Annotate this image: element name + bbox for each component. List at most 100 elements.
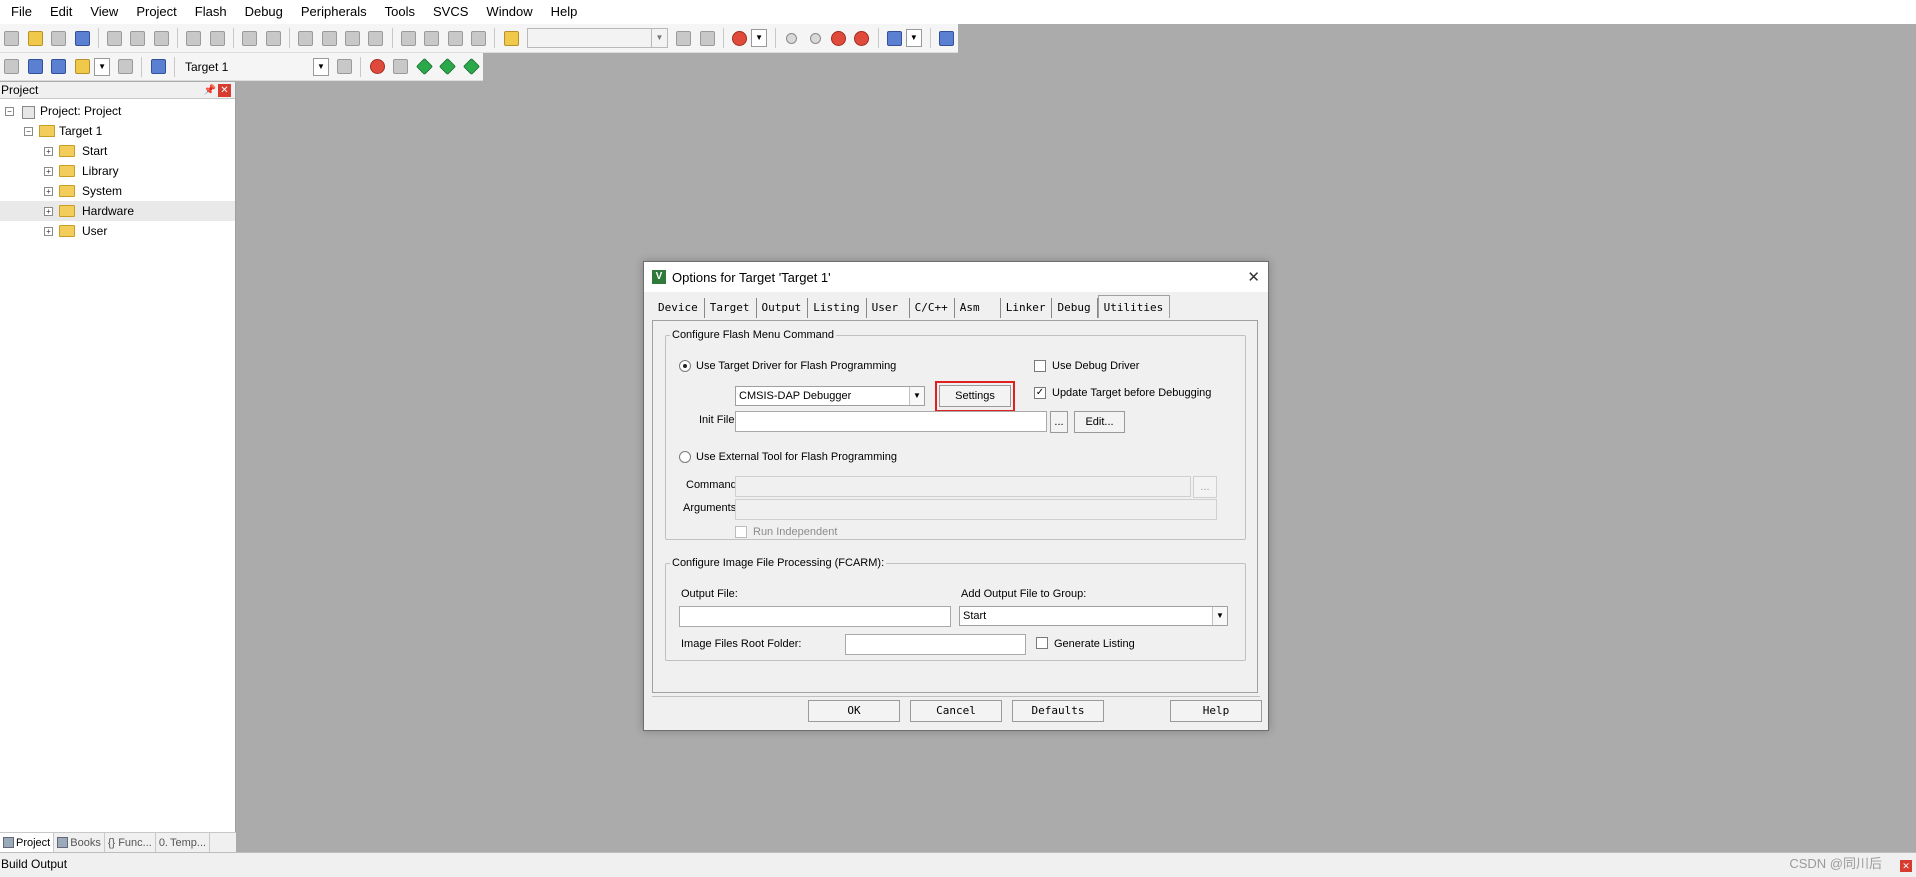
defaults-button[interactable]: Defaults [1012, 700, 1104, 722]
update-target-checkbox[interactable]: ✓ [1034, 387, 1046, 399]
tab-books[interactable]: Books [54, 833, 105, 852]
debug-session-button[interactable] [730, 28, 749, 48]
menu-window[interactable]: Window [477, 0, 541, 24]
software-packs-button[interactable] [462, 57, 482, 77]
cancel-button[interactable]: Cancel [910, 700, 1002, 722]
close-icon[interactable]: ✕ [1247, 268, 1260, 286]
paste-button[interactable] [152, 28, 171, 48]
add-output-group-select[interactable]: Start ▼ [959, 606, 1228, 626]
stop-build-button[interactable] [116, 57, 136, 77]
download-button[interactable] [148, 57, 168, 77]
use-external-tool-radio[interactable] [679, 451, 691, 463]
output-file-input[interactable] [679, 606, 951, 627]
uncomment-button[interactable] [469, 28, 488, 48]
tree-group-library[interactable]: + Library [0, 161, 235, 181]
select-packs-button[interactable] [414, 57, 434, 77]
manage-project-items-button[interactable] [367, 57, 387, 77]
flash-driver-select[interactable]: CMSIS-DAP Debugger ▼ [735, 386, 925, 406]
init-file-browse-button[interactable]: ... [1050, 411, 1068, 433]
help-button[interactable]: Help [1170, 700, 1262, 722]
copy-button[interactable] [128, 28, 147, 48]
save-button[interactable] [49, 28, 68, 48]
navigate-back-button[interactable] [240, 28, 259, 48]
expand-icon[interactable]: + [44, 206, 53, 216]
pin-icon[interactable]: 📌 [202, 85, 218, 96]
use-target-driver-radio[interactable] [679, 360, 691, 372]
menu-peripherals[interactable]: Peripherals [292, 0, 376, 24]
target-select[interactable]: Target 1 [185, 60, 307, 74]
init-file-edit-button[interactable]: Edit... [1074, 411, 1125, 433]
tab-debug[interactable]: Debug [1052, 298, 1098, 318]
bookmark-button[interactable] [296, 28, 315, 48]
tree-group-system[interactable]: + System [0, 181, 235, 201]
tree-target[interactable]: − Target 1 [0, 121, 235, 141]
tab-asm[interactable]: Asm [955, 298, 1001, 318]
menu-edit[interactable]: Edit [41, 0, 81, 24]
enable-breakpoint-button[interactable] [805, 28, 824, 48]
generate-listing-checkbox[interactable] [1036, 637, 1048, 649]
batch-build-dropdown[interactable]: ▼ [94, 57, 110, 76]
configure-button[interactable] [937, 28, 956, 48]
tab-user[interactable]: User [867, 298, 910, 318]
tab-utilities[interactable]: Utilities [1097, 295, 1171, 318]
tab-functions[interactable]: {} Func... [105, 833, 156, 852]
disable-breakpoints-button[interactable] [829, 28, 848, 48]
debug-dropdown[interactable]: ▼ [751, 29, 767, 47]
tree-group-user[interactable]: + User [0, 221, 235, 241]
expand-icon[interactable]: + [44, 146, 53, 156]
tab-templates[interactable]: 0. Temp... [156, 833, 211, 852]
unindent-button[interactable] [422, 28, 441, 48]
find-in-files-button[interactable] [501, 28, 520, 48]
incremental-find-button[interactable] [697, 28, 716, 48]
close-icon[interactable]: ✕ [218, 83, 231, 97]
build-button[interactable] [26, 57, 46, 77]
rebuild-button[interactable] [49, 57, 69, 77]
new-file-button[interactable] [2, 28, 21, 48]
clear-bookmarks-button[interactable] [366, 28, 385, 48]
tab-c-cpp[interactable]: C/C++ [910, 298, 955, 318]
navigate-forward-button[interactable] [263, 28, 282, 48]
menu-svcs[interactable]: SVCS [424, 0, 477, 24]
tab-output[interactable]: Output [757, 298, 809, 318]
prev-bookmark-button[interactable] [319, 28, 338, 48]
expand-icon[interactable]: + [44, 166, 53, 176]
kill-breakpoints-button[interactable] [852, 28, 871, 48]
tab-listing[interactable]: Listing [808, 298, 867, 318]
find-combo[interactable]: ▼ [526, 28, 668, 48]
insert-breakpoint-button[interactable] [782, 28, 801, 48]
redo-button[interactable] [208, 28, 227, 48]
save-all-button[interactable] [72, 28, 91, 48]
comment-button[interactable] [446, 28, 465, 48]
settings-button[interactable]: Settings [939, 385, 1011, 407]
target-options-button[interactable] [335, 57, 355, 77]
menu-view[interactable]: View [81, 0, 127, 24]
tab-linker[interactable]: Linker [1001, 298, 1053, 318]
expand-icon[interactable]: + [44, 226, 53, 236]
open-file-button[interactable] [25, 28, 44, 48]
tree-group-start[interactable]: + Start [0, 141, 235, 161]
find-button[interactable] [674, 28, 693, 48]
menu-debug[interactable]: Debug [236, 0, 292, 24]
next-bookmark-button[interactable] [343, 28, 362, 48]
close-icon[interactable]: ✕ [1900, 860, 1912, 872]
batch-build-button[interactable] [73, 57, 93, 77]
collapse-icon[interactable]: − [24, 126, 33, 136]
translate-button[interactable] [2, 57, 22, 77]
tab-device[interactable]: Device [653, 298, 705, 318]
manage-rte-button[interactable] [391, 57, 411, 77]
indent-button[interactable] [399, 28, 418, 48]
cut-button[interactable] [105, 28, 124, 48]
collapse-icon[interactable]: − [5, 106, 14, 116]
use-debug-driver-checkbox[interactable] [1034, 360, 1046, 372]
tree-group-hardware[interactable]: + Hardware [0, 201, 235, 221]
menu-tools[interactable]: Tools [376, 0, 424, 24]
window-layout-dropdown[interactable]: ▼ [906, 29, 922, 47]
menu-help[interactable]: Help [542, 0, 587, 24]
tab-target[interactable]: Target [705, 298, 757, 318]
menu-project[interactable]: Project [127, 0, 185, 24]
expand-icon[interactable]: + [44, 186, 53, 196]
undo-button[interactable] [184, 28, 203, 48]
tab-project[interactable]: Project [0, 833, 55, 852]
init-file-input[interactable] [735, 411, 1047, 432]
window-layout-button[interactable] [885, 28, 904, 48]
